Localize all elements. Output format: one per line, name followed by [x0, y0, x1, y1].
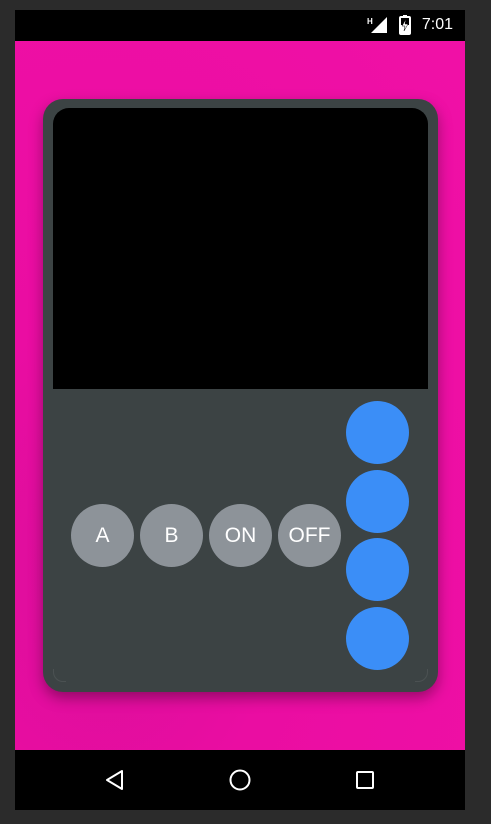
status-bar: H 7:01 — [15, 10, 465, 41]
game-screen — [53, 108, 428, 389]
dpad-button-4[interactable] — [346, 607, 409, 670]
app-content: A B ON OFF — [15, 41, 465, 750]
back-icon[interactable] — [100, 765, 130, 795]
on-button[interactable]: ON — [209, 504, 272, 567]
game-device: A B ON OFF — [43, 99, 438, 692]
dpad-button-3[interactable] — [346, 538, 409, 601]
device-corner-left — [53, 669, 66, 682]
home-icon[interactable] — [225, 765, 255, 795]
network-type-label: H — [367, 17, 373, 26]
recents-icon[interactable] — [350, 765, 380, 795]
off-button[interactable]: OFF — [278, 504, 341, 567]
navigation-bar — [15, 750, 465, 810]
b-button[interactable]: B — [140, 504, 203, 567]
battery-charging-icon — [399, 15, 411, 40]
dpad-button-2[interactable] — [346, 470, 409, 533]
phone-frame: H 7:01 A B ON OFF — [15, 10, 465, 810]
status-clock: 7:01 — [421, 16, 453, 33]
device-corner-right — [415, 669, 428, 682]
dpad-button-1[interactable] — [346, 401, 409, 464]
a-button[interactable]: A — [71, 504, 134, 567]
signal-icon: H — [367, 16, 389, 39]
